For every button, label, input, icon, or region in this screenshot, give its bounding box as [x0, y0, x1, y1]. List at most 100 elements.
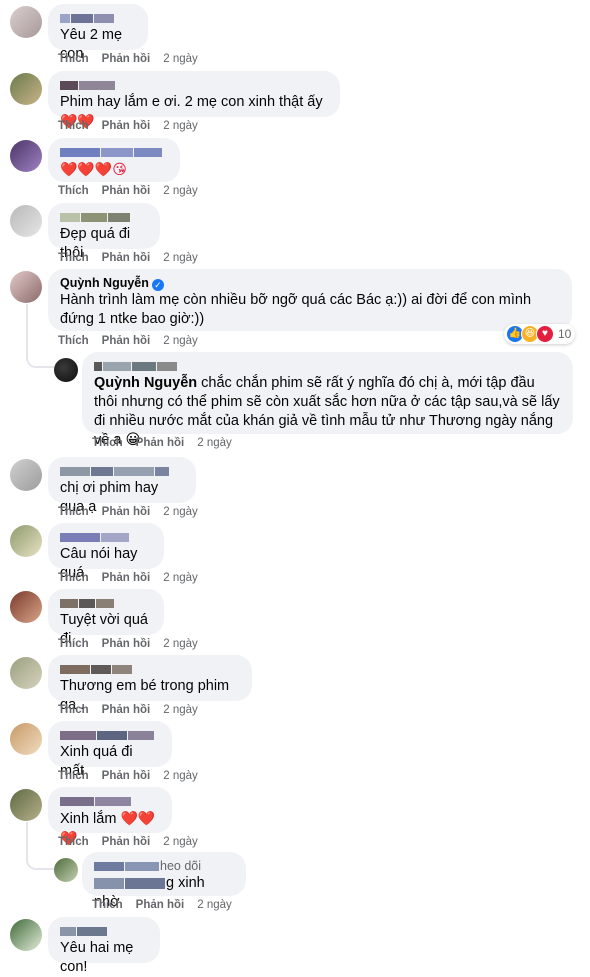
like-button[interactable]: Thích [58, 120, 89, 132]
comment-bubble: Quỳnh Nguyễn ✓ Hành trình làm mẹ còn nhiề… [48, 269, 572, 331]
comment-bubble: Xinh lắm ❤️❤️❤️ [48, 787, 172, 846]
like-button[interactable]: Thích [58, 506, 89, 518]
comment-bubble: chị ơi phim hay qua ạ [48, 457, 196, 515]
comment-bubble: Câu nói hay quá [48, 523, 164, 581]
avatar[interactable] [10, 723, 42, 755]
reply-button[interactable]: Phản hồi [102, 704, 151, 716]
avatar[interactable] [10, 6, 42, 38]
comment-bubble: Quỳnh Nguyễn chắc chắn phim sẽ rất ý ngh… [82, 352, 573, 448]
avatar[interactable] [10, 525, 42, 557]
avatar[interactable] [54, 358, 78, 382]
comment-author[interactable] [60, 924, 148, 939]
comment-actions: Thích Phản hồi 2 ngày [58, 506, 198, 518]
comment-time[interactable]: 2 ngày [163, 770, 198, 782]
avatar[interactable] [54, 858, 78, 882]
avatar[interactable] [10, 459, 42, 491]
reply-button[interactable]: Phản hồi [102, 506, 151, 518]
avatar[interactable] [10, 919, 42, 951]
comment-text: Yêu hai mẹ con! [60, 940, 134, 975]
comment-bubble: Thương em bé trong phim qa . [48, 655, 252, 713]
like-button[interactable]: Thích [58, 335, 89, 347]
comment-actions: Thích Phản hồi 2 ngày [58, 252, 198, 264]
comment-actions: Thích Phản hồi 2 ngày [92, 899, 232, 911]
like-button[interactable]: Thích [58, 704, 89, 716]
comment-author[interactable] [60, 662, 240, 677]
comment-bubble: Yêu 2 mẹ con [48, 4, 148, 62]
like-button[interactable]: Thích [58, 638, 89, 650]
comment-time[interactable]: 2 ngày [163, 120, 198, 132]
comment-author[interactable] [60, 145, 168, 160]
like-button[interactable]: Thích [92, 899, 123, 911]
thread-line [26, 822, 54, 870]
comment-author[interactable]: heo dõi [94, 859, 234, 874]
comment-text: ❤️❤️❤️😘 [60, 160, 168, 180]
comment-author[interactable] [60, 11, 136, 26]
reply-button[interactable]: Phản hồi [102, 53, 151, 65]
like-button[interactable]: Thích [58, 770, 89, 782]
comment-actions: Thích Phản hồi 2 ngày [58, 120, 198, 132]
like-button[interactable]: Thích [92, 437, 123, 449]
verified-badge-icon: ✓ [151, 279, 164, 291]
mention-link[interactable]: Quỳnh Nguyễn [94, 375, 197, 391]
comment-time[interactable]: 2 ngày [197, 899, 232, 911]
comment-bubble: heo dõi g xinh nhờ [82, 852, 246, 910]
reply-button[interactable]: Phản hồi [102, 836, 151, 848]
reply-button[interactable]: Phản hồi [102, 770, 151, 782]
reply-button[interactable]: Phản hồi [102, 185, 151, 197]
comment-actions: Thích Phản hồi 2 ngày [58, 836, 198, 848]
comment-time[interactable]: 2 ngày [163, 836, 198, 848]
comment-time[interactable]: 2 ngày [163, 252, 198, 264]
like-button[interactable]: Thích [58, 185, 89, 197]
comment-time[interactable]: 2 ngày [163, 704, 198, 716]
comment-time[interactable]: 2 ngày [163, 506, 198, 518]
like-button[interactable]: Thích [58, 572, 89, 584]
reply-button[interactable]: Phản hồi [102, 120, 151, 132]
comment-author[interactable] [60, 78, 328, 93]
comment-actions: Thích Phản hồi 2 ngày [58, 53, 198, 65]
like-button[interactable]: Thích [58, 836, 89, 848]
comment-author[interactable] [60, 794, 160, 809]
avatar[interactable] [10, 271, 42, 303]
thread-line [26, 304, 54, 368]
reply-button[interactable]: Phản hồi [102, 252, 151, 264]
reply-button[interactable]: Phản hồi [136, 899, 185, 911]
comment-time[interactable]: 2 ngày [163, 185, 198, 197]
comment-author[interactable] [94, 359, 561, 374]
like-button[interactable]: Thích [58, 53, 89, 65]
avatar[interactable] [10, 73, 42, 105]
avatar[interactable] [10, 205, 42, 237]
comment-actions: Thích Phản hồi 2 ngày [92, 437, 232, 449]
comment-author[interactable] [60, 464, 184, 479]
like-button[interactable]: Thích [58, 252, 89, 264]
comment-bubble: Xinh quá đi mất [48, 721, 172, 779]
comment-time[interactable]: 2 ngày [163, 572, 198, 584]
comment-author[interactable] [60, 596, 152, 611]
comment-actions: Thích Phản hồi 2 ngày [58, 335, 198, 347]
comment-bubble: Yêu hai mẹ con! [48, 917, 160, 975]
comment-actions: Thích Phản hồi 2 ngày [58, 704, 198, 716]
reply-button[interactable]: Phản hồi [136, 437, 185, 449]
comment-time[interactable]: 2 ngày [163, 638, 198, 650]
comment-author[interactable] [60, 728, 160, 743]
avatar[interactable] [10, 789, 42, 821]
comment-author[interactable] [60, 210, 148, 225]
avatar[interactable] [10, 591, 42, 623]
reply-button[interactable]: Phản hồi [102, 335, 151, 347]
reply-button[interactable]: Phản hồi [102, 572, 151, 584]
comment-actions: Thích Phản hồi 2 ngày [58, 572, 198, 584]
reply-button[interactable]: Phản hồi [102, 638, 151, 650]
avatar[interactable] [10, 140, 42, 172]
comment-time[interactable]: 2 ngày [197, 437, 232, 449]
heart-emoji: ❤️❤️❤️😘 [60, 161, 127, 177]
reaction-summary[interactable]: 👍 😆 ♥ 10 [504, 324, 576, 344]
comment-time[interactable]: 2 ngày [163, 53, 198, 65]
comment-actions: Thích Phản hồi 2 ngày [58, 185, 198, 197]
comment-actions: Thích Phản hồi 2 ngày [58, 770, 198, 782]
love-reaction-icon: ♥ [536, 325, 554, 343]
comment-actions: Thích Phản hồi 2 ngày [58, 638, 198, 650]
avatar[interactable] [10, 657, 42, 689]
comment-time[interactable]: 2 ngày [163, 335, 198, 347]
comment-author[interactable]: Quỳnh Nguyễn ✓ [60, 276, 560, 291]
comment-author[interactable] [60, 530, 152, 545]
comment-bubble: Phim hay lắm e ơi. 2 mẹ con xinh thật ấy… [48, 71, 340, 129]
